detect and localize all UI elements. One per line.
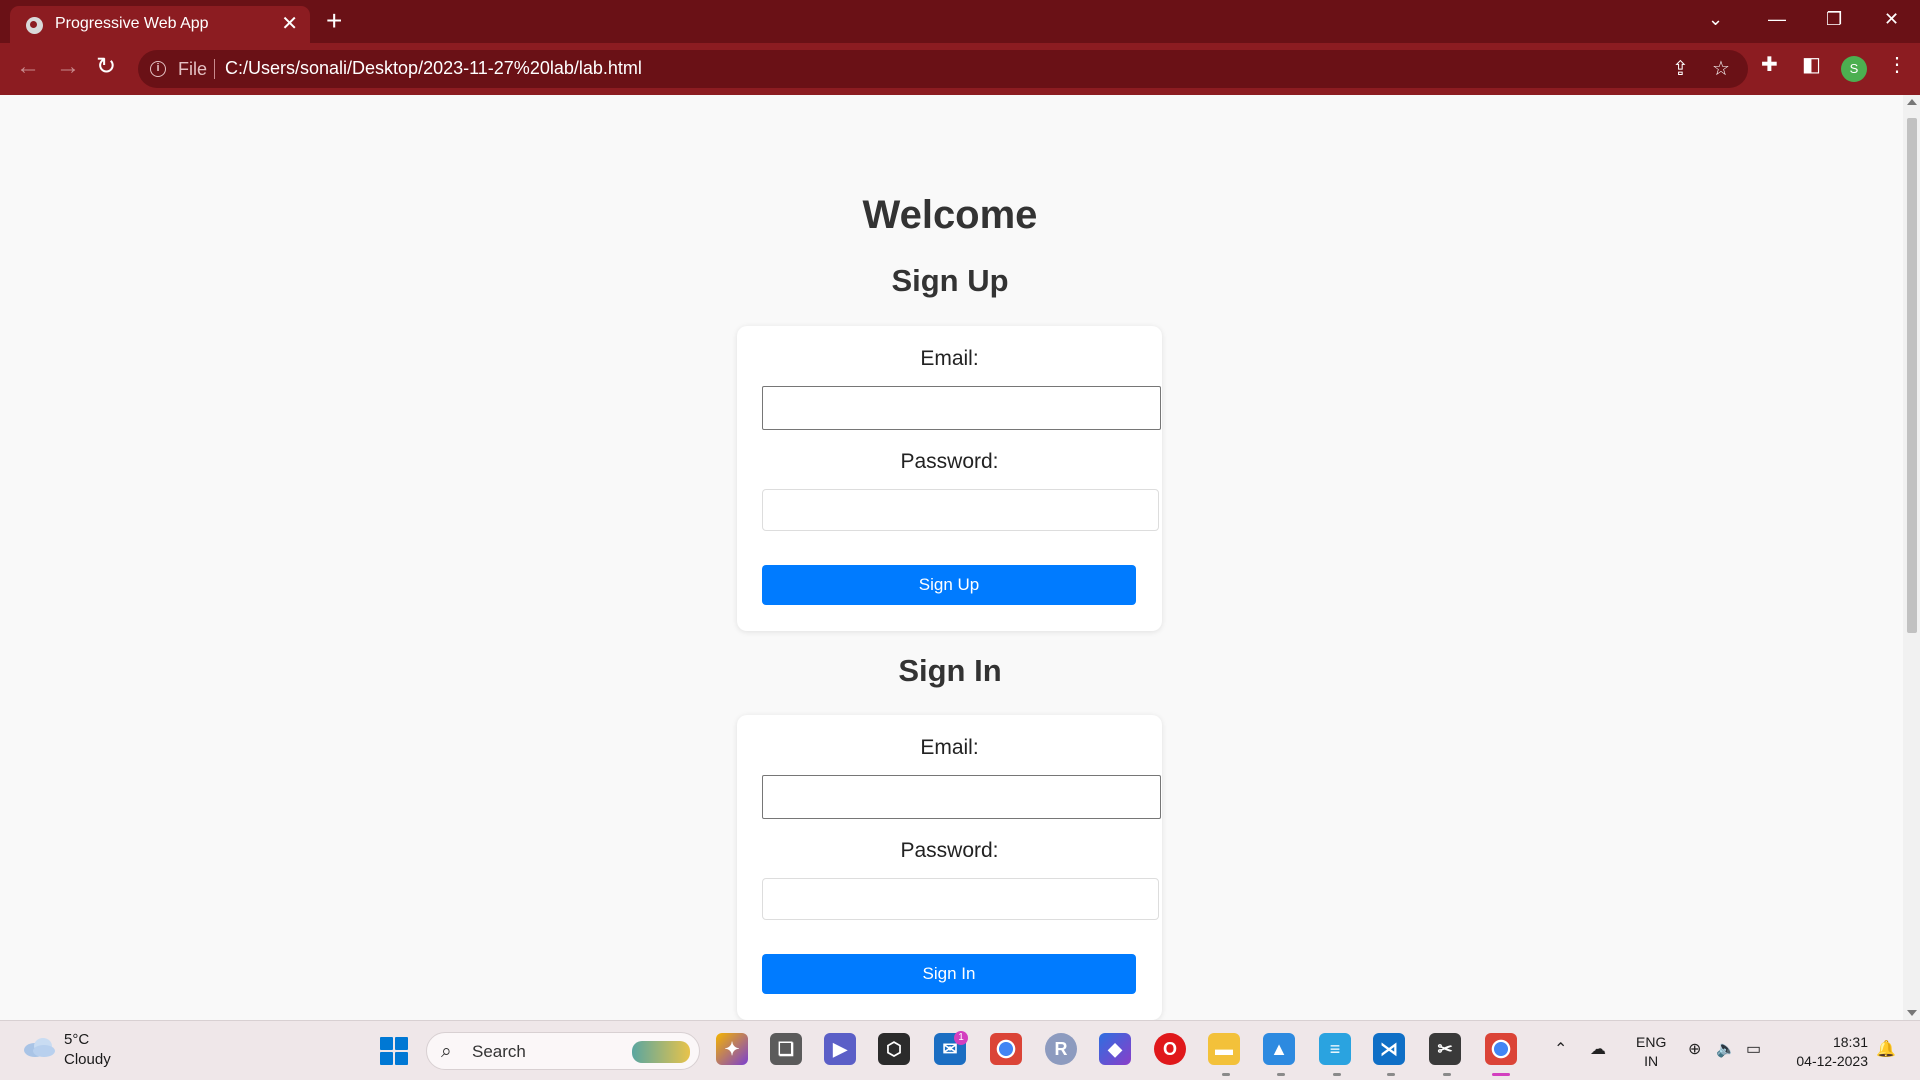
extensions-puzzle-icon[interactable]: ✚ [1761,54,1778,76]
menu-kebab-icon[interactable]: ⋮ [1887,54,1907,76]
forward-icon[interactable]: → [56,53,80,81]
running-indicator [1333,1073,1341,1076]
signup-email-field[interactable] [762,386,1161,430]
search-highlight-icon [632,1041,690,1063]
restore-icon[interactable]: ❐ [1826,6,1842,32]
info-icon[interactable]: i [150,61,166,77]
weather-condition[interactable]: Cloudy [64,1051,111,1068]
signup-button[interactable]: Sign Up [762,565,1136,605]
opera-icon[interactable]: O [1154,1033,1186,1065]
region-code: IN [1644,1053,1659,1069]
paint-app-icon[interactable]: ✦ [716,1033,748,1065]
address-bar[interactable]: i File C:/Users/sonali/Desktop/2023-11-2… [138,50,1748,88]
search-label: Search [472,1042,526,1061]
signup-form: Email: Password: Sign Up [737,326,1162,631]
mail-badge: 1 [954,1031,968,1045]
vscode-icon[interactable]: ⋊ [1373,1033,1405,1065]
signin-email-field[interactable] [762,775,1161,819]
snipping-tool-icon[interactable]: ✂ [1429,1033,1461,1065]
url-separator [214,59,215,79]
back-icon[interactable]: ← [16,53,40,81]
bookmark-star-icon[interactable]: ☆ [1712,58,1730,80]
file-explorer-icon[interactable]: ▬ [1208,1033,1240,1065]
taskbar-search[interactable]: ⌕ Search [426,1032,700,1070]
signin-button[interactable]: Sign In [762,954,1136,994]
reload-icon[interactable]: ↻ [96,53,116,81]
running-indicator [1443,1073,1451,1076]
chrome-icon[interactable] [990,1033,1022,1065]
minimize-icon[interactable]: — [1768,6,1786,32]
language-code: ENG [1636,1034,1667,1050]
signin-heading: Sign In [898,653,1002,688]
signup-heading: Sign Up [891,263,1009,298]
scroll-down-icon[interactable] [1907,1010,1917,1016]
windows-start-icon[interactable] [380,1037,408,1065]
task-view-icon[interactable]: ❏ [770,1033,802,1065]
signin-password-field[interactable] [762,878,1159,920]
window-close-icon[interactable]: ✕ [1884,6,1899,32]
chrome-profile-icon[interactable] [1485,1033,1517,1065]
windows-taskbar: 5°C Cloudy ⌕ Search ✦ ❏ ▶ ⬡ ✉ 1 R ◆ O ▬ … [0,1020,1920,1080]
battery-icon[interactable]: ▭ [1746,1039,1761,1059]
signin-email-label: Email: [920,736,979,759]
tab-close-icon[interactable]: ✕ [281,12,298,36]
onedrive-cloud-icon[interactable]: ☁ [1590,1039,1606,1059]
volume-icon[interactable]: 🔈 [1716,1039,1736,1059]
system-clock[interactable]: 18:31 04-12-2023 [1786,1033,1868,1071]
browser-tabstrip: Progressive Web App ✕ + ⌄ — ❐ ✕ [0,0,1920,43]
globe-icon [26,17,43,34]
browser-toolbar: ← → ↻ i File C:/Users/sonali/Desktop/202… [0,43,1920,95]
scrollbar-thumb[interactable] [1907,118,1917,633]
signup-email-label: Email: [920,347,979,370]
running-indicator [1387,1073,1395,1076]
notification-bell-icon[interactable]: 🔔 [1876,1039,1896,1059]
signin-password-label: Password: [900,839,999,862]
active-indicator [1492,1073,1510,1076]
scroll-up-icon[interactable] [1907,99,1917,105]
running-indicator [1277,1073,1285,1076]
signup-password-field[interactable] [762,489,1159,531]
clock-date: 04-12-2023 [1796,1053,1868,1069]
photos-icon[interactable]: ▲ [1263,1033,1295,1065]
browser-tab[interactable]: Progressive Web App ✕ [10,6,310,43]
signin-form: Email: Password: Sign In [737,715,1162,1020]
search-icon: ⌕ [441,1041,452,1062]
network-globe-icon[interactable]: ⊕ [1688,1039,1701,1059]
new-tab-button[interactable]: + [326,6,342,36]
profile-avatar[interactable]: S [1841,56,1867,82]
cloud-icon[interactable] [22,1036,56,1058]
weather-temperature[interactable]: 5°C [64,1031,89,1048]
url-text[interactable]: C:/Users/sonali/Desktop/2023-11-27%20lab… [225,58,642,79]
signup-password-label: Password: [900,450,999,473]
r-language-icon[interactable]: R [1045,1033,1077,1065]
page-title: Welcome [862,193,1038,237]
share-icon[interactable]: ⇪ [1672,58,1689,80]
side-panel-icon[interactable]: ◧ [1802,54,1821,76]
copilot-icon[interactable]: ◆ [1099,1033,1131,1065]
clock-time: 18:31 [1832,1034,1868,1050]
running-indicator [1222,1073,1230,1076]
page-viewport: Welcome Sign Up Email: Password: Sign Up… [0,95,1903,1020]
tab-title: Progressive Web App [55,15,209,32]
tab-search-chevron-icon[interactable]: ⌄ [1708,6,1723,32]
notepad-icon[interactable]: ≡ [1319,1033,1351,1065]
3d-cube-icon[interactable]: ⬡ [878,1033,910,1065]
meet-video-icon[interactable]: ▶ [824,1033,856,1065]
chevron-up-icon[interactable]: ⌃ [1554,1039,1567,1059]
url-scheme: File [178,59,208,79]
vertical-scrollbar[interactable] [1903,95,1920,1020]
input-language[interactable]: ENG IN [1636,1033,1666,1071]
